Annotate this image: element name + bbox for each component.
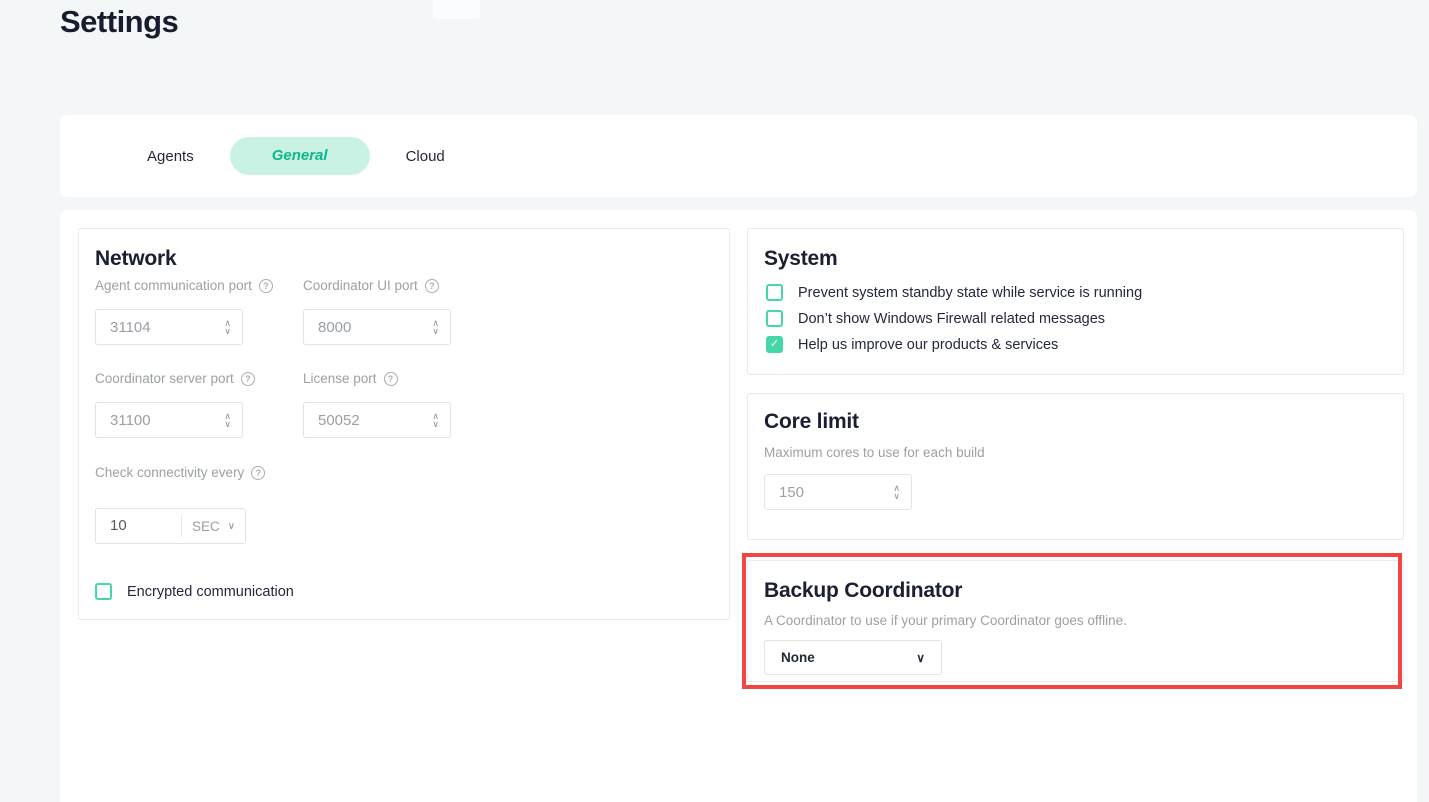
check-connectivity-value[interactable]: 10 — [96, 515, 182, 537]
encrypted-communication-checkbox-row[interactable]: Encrypted communication — [95, 583, 294, 600]
agent-communication-port-input[interactable]: 31104 ∧∨ — [95, 309, 243, 345]
network-title: Network — [95, 247, 176, 271]
system-card: System Prevent system standby state whil… — [747, 228, 1404, 375]
backup-coordinator-subtitle: A Coordinator to use if your primary Coo… — [764, 613, 1127, 628]
chevron-down-icon: ∨ — [228, 521, 235, 532]
coordinator-server-port-label-text: Coordinator server port — [95, 371, 234, 386]
encrypted-communication-label: Encrypted communication — [127, 584, 294, 600]
tab-agents[interactable]: Agents — [117, 148, 224, 165]
firewall-messages-label: Don’t show Windows Firewall related mess… — [798, 311, 1105, 327]
core-limit-card: Core limit Maximum cores to use for each… — [747, 393, 1404, 540]
improve-products-label: Help us improve our products & services — [798, 337, 1058, 353]
coordinator-server-port-input[interactable]: 31100 ∧∨ — [95, 402, 243, 438]
help-icon[interactable] — [241, 372, 255, 386]
settings-content-panel: Network Agent communication port Coordin… — [60, 210, 1417, 802]
chevron-down-icon: ∨ — [916, 651, 925, 665]
tooltip-remnant-patch — [433, 0, 480, 19]
backup-coordinator-select[interactable]: None ∨ — [764, 640, 942, 675]
coordinator-ui-port-input[interactable]: 8000 ∧∨ — [303, 309, 451, 345]
improve-products-checkbox-row[interactable]: Help us improve our products & services — [766, 336, 1058, 353]
coordinator-ui-port-value: 8000 — [318, 319, 351, 336]
coordinator-ui-port-label: Coordinator UI port — [303, 278, 439, 293]
tab-cloud[interactable]: Cloud — [376, 148, 475, 165]
prevent-standby-checkbox[interactable] — [766, 284, 783, 301]
coordinator-server-port-label: Coordinator server port — [95, 371, 255, 386]
backup-coordinator-card: Backup Coordinator A Coordinator to use … — [747, 560, 1404, 682]
license-port-label: License port — [303, 371, 398, 386]
help-icon[interactable] — [425, 279, 439, 293]
coordinator-ui-port-label-text: Coordinator UI port — [303, 278, 418, 293]
agent-communication-port-value: 31104 — [110, 319, 151, 336]
check-connectivity-label: Check connectivity every — [95, 465, 265, 480]
settings-tab-bar: Agents General Cloud — [60, 115, 1417, 197]
spinner-stepper-icon[interactable]: ∧∨ — [432, 403, 439, 437]
license-port-label-text: License port — [303, 371, 377, 386]
license-port-value: 50052 — [318, 412, 360, 429]
encrypted-communication-checkbox[interactable] — [95, 583, 112, 600]
help-icon[interactable] — [384, 372, 398, 386]
check-connectivity-input[interactable]: 10 SEC ∨ — [95, 508, 246, 544]
help-icon[interactable] — [259, 279, 273, 293]
network-card: Network Agent communication port Coordin… — [78, 228, 730, 620]
license-port-input[interactable]: 50052 ∧∨ — [303, 402, 451, 438]
prevent-standby-label: Prevent system standby state while servi… — [798, 285, 1142, 301]
spinner-stepper-icon[interactable]: ∧∨ — [893, 475, 900, 509]
spinner-stepper-icon[interactable]: ∧∨ — [224, 403, 231, 437]
connectivity-unit-value: SEC — [192, 519, 220, 534]
firewall-messages-checkbox-row[interactable]: Don’t show Windows Firewall related mess… — [766, 310, 1105, 327]
core-limit-input[interactable]: 150 ∧∨ — [764, 474, 912, 510]
backup-coordinator-title: Backup Coordinator — [764, 579, 962, 603]
agent-communication-port-label-text: Agent communication port — [95, 278, 252, 293]
prevent-standby-checkbox-row[interactable]: Prevent system standby state while servi… — [766, 284, 1142, 301]
check-connectivity-label-text: Check connectivity every — [95, 465, 244, 480]
page-title: Settings — [60, 0, 178, 44]
agent-communication-port-label: Agent communication port — [95, 278, 273, 293]
core-limit-value: 150 — [779, 484, 804, 501]
system-title: System — [764, 247, 838, 271]
firewall-messages-checkbox[interactable] — [766, 310, 783, 327]
coordinator-server-port-value: 31100 — [110, 412, 151, 429]
core-limit-subtitle: Maximum cores to use for each build — [764, 445, 985, 460]
improve-products-checkbox[interactable] — [766, 336, 783, 353]
tab-general[interactable]: General — [230, 137, 370, 175]
core-limit-title: Core limit — [764, 410, 859, 434]
backup-coordinator-selected-value: None — [781, 650, 815, 665]
help-icon[interactable] — [251, 466, 265, 480]
connectivity-unit-select[interactable]: SEC ∨ — [182, 519, 245, 534]
spinner-stepper-icon[interactable]: ∧∨ — [432, 310, 439, 344]
spinner-stepper-icon[interactable]: ∧∨ — [224, 310, 231, 344]
